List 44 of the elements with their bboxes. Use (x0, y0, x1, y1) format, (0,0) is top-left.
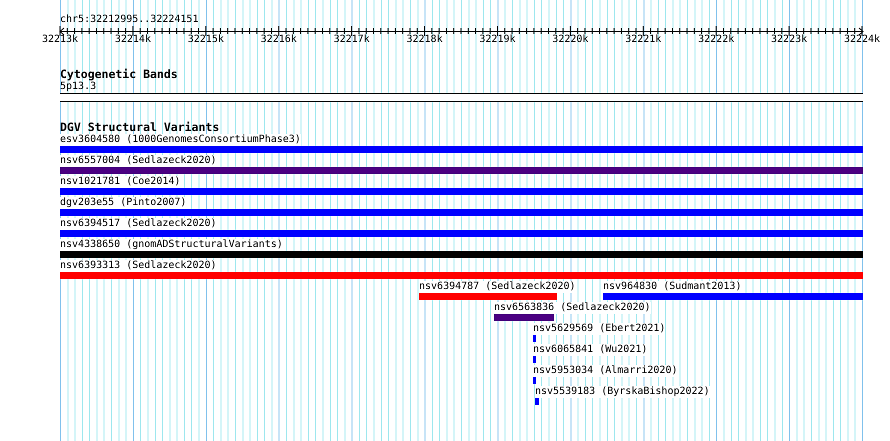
variant-label: nsv5629569 (Ebert2021) (533, 323, 666, 335)
tick-label: 32216k (260, 34, 297, 46)
tick-label: 32220k (552, 34, 588, 46)
variant-bar[interactable] (533, 356, 536, 363)
tick-label: 32217k (334, 34, 370, 46)
variant-bar[interactable] (533, 335, 536, 342)
variant-bar[interactable] (60, 209, 863, 216)
tick-label: 32218k (406, 34, 443, 46)
track-title: Cytogenetic Bands (60, 68, 178, 81)
variant-bar[interactable] (603, 293, 863, 300)
variant-label: esv3604580 (1000GenomesConsortiumPhase3) (60, 134, 301, 146)
variant-label: nsv6557004 (Sedlazeck2020) (60, 155, 217, 167)
variant-bar[interactable] (535, 398, 539, 405)
variant-label: nsv4338650 (gnomADStructuralVariants) (60, 239, 283, 251)
track-title: DGV Structural Variants (60, 121, 220, 134)
variant-bar[interactable] (60, 272, 863, 279)
band-label: 5p13.3 (60, 81, 96, 93)
tick-label: 32222k (698, 34, 734, 46)
tick-label: 32213k (42, 34, 78, 46)
tick-label: 32219k (479, 34, 516, 46)
location-text: chr5:32212995..32224151 (60, 14, 198, 26)
variant-bar[interactable] (494, 314, 554, 321)
variant-bar[interactable] (60, 146, 863, 153)
tick-label: 32215k (188, 34, 224, 46)
tick-label: 32223k (771, 34, 808, 46)
variant-label: nsv6065841 (Wu2021) (533, 344, 648, 356)
variant-label: nsv6563836 (Sedlazeck2020) (494, 302, 651, 314)
variant-label: nsv6394787 (Sedlazeck2020) (419, 281, 576, 293)
variant-bar[interactable] (60, 167, 863, 174)
variant-bar[interactable] (419, 293, 557, 300)
variant-bar[interactable] (60, 251, 863, 258)
variant-bar[interactable] (60, 188, 863, 195)
variant-label: nsv6394517 (Sedlazeck2020) (60, 218, 217, 230)
tick-label: 32214k (114, 34, 151, 46)
variant-label: nsv5539183 (ByrskaBishop2022) (535, 386, 710, 398)
variant-label: nsv5953034 (Almarri2020) (533, 365, 678, 377)
variant-label: nsv1021781 (Coe2014) (60, 176, 180, 188)
variant-label: nsv964830 (Sudmant2013) (603, 281, 742, 293)
variant-label: dgv203e55 (Pinto2007) (60, 197, 186, 209)
variant-bar[interactable] (533, 377, 536, 384)
tick-label: 32224k (844, 34, 880, 46)
variant-label: nsv6393313 (Sedlazeck2020) (60, 260, 217, 272)
variant-bar[interactable] (60, 230, 863, 237)
tick-label: 32221k (625, 34, 662, 46)
